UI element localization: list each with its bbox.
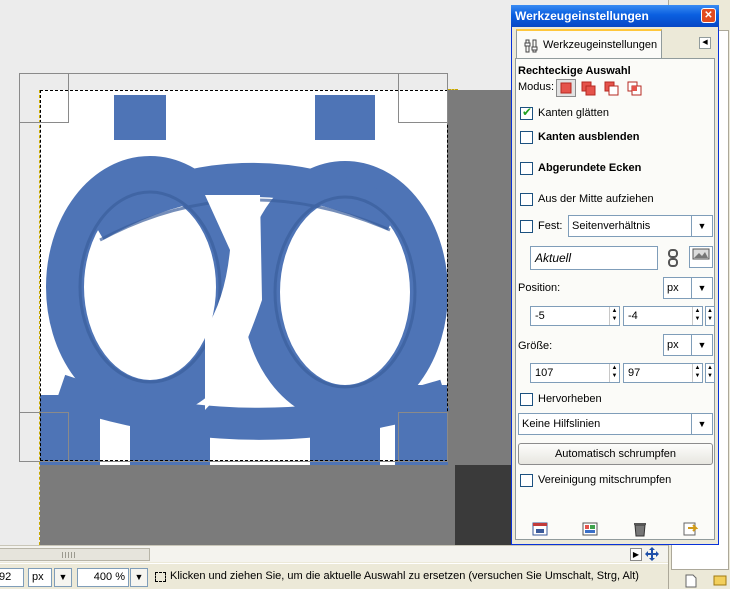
guides-select[interactable]: Keine Hilfslinien ▼ — [518, 413, 713, 435]
feather-checkbox[interactable] — [520, 131, 533, 144]
mode-add-icon[interactable] — [579, 79, 599, 97]
landscape-icon[interactable] — [689, 246, 713, 268]
size-unit-select[interactable]: px ▼ — [663, 334, 713, 356]
from-center-label: Aus der Mitte aufziehen — [538, 193, 654, 205]
position-unit-value: px — [667, 282, 679, 294]
antialias-label: Kanten glätten — [538, 107, 609, 119]
mode-label: Modus: — [518, 81, 555, 93]
delete-options-icon[interactable] — [632, 521, 648, 537]
tool-title: Rechteckige Auswahl — [518, 65, 631, 77]
fixed-mode-select[interactable]: Seitenverhältnis ▼ — [568, 215, 713, 237]
mode-replace-icon[interactable] — [556, 79, 576, 97]
handle-top-right[interactable] — [398, 73, 448, 123]
highlight-label: Hervorheben — [538, 393, 602, 405]
dropdown-arrow-icon[interactable]: ▼ — [691, 414, 712, 434]
unit-dropdown-arrow-icon[interactable]: ▼ — [54, 568, 72, 587]
fixed-label: Fest: — [538, 220, 563, 232]
feather-label: Kanten ausblenden — [538, 131, 640, 143]
new-document-icon[interactable] — [685, 574, 697, 588]
rect-select-tool-icon — [155, 572, 166, 582]
handle-bottom-right[interactable] — [398, 412, 448, 462]
highlight-checkbox[interactable] — [520, 393, 533, 406]
size-spin-icon[interactable]: ▲ ▼ — [705, 363, 715, 383]
fixed-checkbox[interactable] — [520, 220, 533, 233]
size-height-value: 97 — [628, 367, 641, 379]
rounded-corners-label: Abgerundete Ecken — [538, 162, 642, 174]
navigate-icon[interactable] — [644, 546, 660, 562]
tool-options-icon — [524, 39, 538, 53]
tool-options-dock: Werkzeugeinstellungen ✕ Werkzeugeinstell… — [511, 5, 719, 545]
spin-arrows-icon[interactable]: ▲ ▼ — [692, 364, 702, 382]
scrollbar-thumb[interactable] — [0, 548, 150, 561]
pointer-coordinates: 92 — [0, 568, 24, 587]
tab-menu-arrow-icon[interactable]: ◀ — [699, 37, 711, 49]
dropdown-arrow-icon[interactable]: ▼ — [691, 216, 712, 236]
chain-link-icon[interactable] — [666, 248, 680, 268]
mode-subtract-icon[interactable] — [602, 79, 622, 97]
save-options-icon[interactable] — [532, 521, 548, 537]
size-label: Größe: — [518, 340, 553, 352]
position-y-input[interactable]: -4 ▲ ▼ — [623, 306, 703, 326]
mode-buttons — [556, 79, 646, 99]
rounded-corners-checkbox[interactable] — [520, 162, 533, 175]
shrink-merged-checkbox[interactable] — [520, 474, 533, 487]
status-bar: 92 px ▼ 400 % ▼ Klicken und ziehen Sie, … — [0, 563, 668, 589]
dock-title: Werkzeugeinstellungen — [515, 9, 649, 23]
position-x-input[interactable]: -5 ▲ ▼ — [530, 306, 620, 326]
spin-arrows-icon[interactable]: ▲ ▼ — [609, 364, 619, 382]
guides-value: Keine Hilfslinien — [522, 418, 601, 430]
handle-bottom-left[interactable] — [19, 412, 69, 462]
folder-icon[interactable] — [713, 572, 727, 586]
zoom-dropdown-arrow-icon[interactable]: ▼ — [130, 568, 148, 587]
spin-arrows-icon[interactable]: ▲ ▼ — [609, 307, 619, 325]
position-x-value: -5 — [535, 310, 545, 322]
size-width-value: 107 — [535, 367, 554, 379]
mode-intersect-icon[interactable] — [625, 79, 645, 97]
shrink-merged-label: Vereinigung mitschrumpfen — [538, 474, 672, 486]
status-message: Klicken und ziehen Sie, um die aktuelle … — [170, 570, 639, 582]
reset-options-icon[interactable] — [682, 521, 698, 537]
size-width-input[interactable]: 107 ▲ ▼ — [530, 363, 620, 383]
spin-arrows-icon[interactable]: ▲ ▼ — [692, 307, 702, 325]
position-y-value: -4 — [628, 310, 638, 322]
position-unit-select[interactable]: px ▼ — [663, 277, 713, 299]
handle-top-left[interactable] — [19, 73, 69, 123]
scroll-right-arrow-icon[interactable]: ▶ — [630, 548, 642, 561]
dropdown-arrow-icon[interactable]: ▼ — [691, 278, 712, 298]
aspect-entry[interactable]: Aktuell — [530, 246, 658, 270]
horizontal-scrollbar[interactable]: ▶ — [0, 545, 668, 562]
autoshrink-button[interactable]: Automatisch schrumpfen — [518, 443, 713, 465]
antialias-checkbox[interactable] — [520, 105, 533, 120]
tool-options-panel: Rechteckige Auswahl Modus: Kanten glätte… — [515, 58, 715, 540]
unit-select[interactable]: px — [28, 568, 52, 587]
fixed-mode-value: Seitenverhältnis — [572, 220, 651, 232]
dock-tab-bar: Werkzeugeinstellungen ◀ — [515, 29, 715, 59]
size-height-input[interactable]: 97 ▲ ▼ — [623, 363, 703, 383]
zoom-select[interactable]: 400 % — [77, 568, 129, 587]
size-unit-value: px — [667, 339, 679, 351]
close-icon[interactable]: ✕ — [701, 8, 716, 23]
dropdown-arrow-icon[interactable]: ▼ — [691, 335, 712, 355]
tab-label: Werkzeugeinstellungen — [543, 39, 658, 51]
position-spin-icon[interactable]: ▲ ▼ — [705, 306, 715, 326]
dock-titlebar[interactable]: Werkzeugeinstellungen ✕ — [511, 5, 719, 27]
tab-tool-options[interactable]: Werkzeugeinstellungen — [516, 29, 662, 59]
rectangle-selection[interactable] — [40, 90, 448, 461]
position-label: Position: — [518, 282, 561, 294]
restore-options-icon[interactable] — [582, 521, 598, 537]
from-center-checkbox[interactable] — [520, 193, 533, 206]
